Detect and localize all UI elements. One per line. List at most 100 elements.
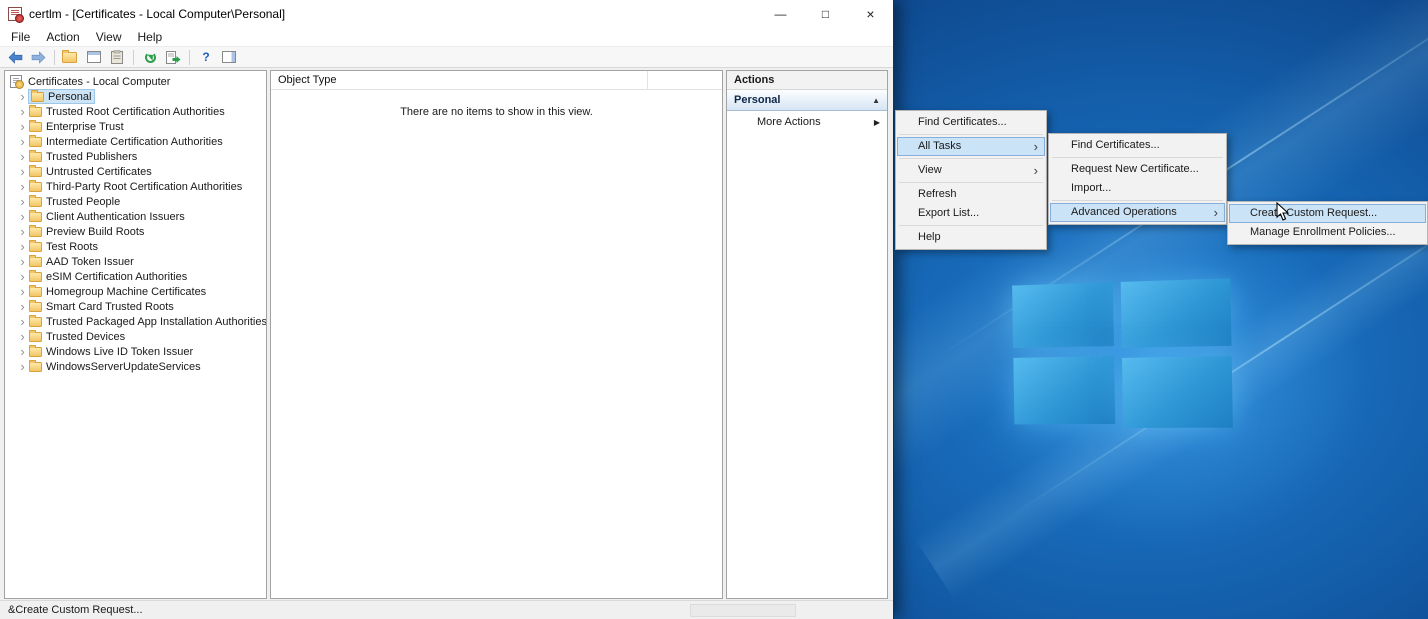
tree-item[interactable]: ›Enterprise Trust xyxy=(5,119,266,134)
menu-item-import[interactable]: Import... xyxy=(1050,179,1225,198)
tree-item[interactable]: ›Client Authentication Issuers xyxy=(5,209,266,224)
folder-icon xyxy=(29,107,42,117)
menu-item-view[interactable]: View› xyxy=(897,161,1045,180)
tree-item[interactable]: ›Trusted Publishers xyxy=(5,149,266,164)
export-list-button[interactable] xyxy=(162,47,184,67)
menu-action[interactable]: Action xyxy=(38,30,87,44)
chevron-right-icon[interactable]: › xyxy=(17,165,28,178)
menu-file[interactable]: File xyxy=(3,30,38,44)
chevron-right-icon[interactable]: › xyxy=(17,105,28,118)
back-arrow-icon xyxy=(9,51,22,62)
toolbar: ? xyxy=(0,46,893,68)
mouse-cursor xyxy=(1276,202,1289,224)
chevron-right-icon[interactable]: › xyxy=(17,135,28,148)
column-header-object-type[interactable]: Object Type xyxy=(271,71,648,89)
forward-button[interactable] xyxy=(27,47,49,67)
actions-section-personal[interactable]: Personal ▲ xyxy=(727,90,887,111)
list-header-row: Object Type xyxy=(271,71,722,90)
menu-help[interactable]: Help xyxy=(130,30,171,44)
chevron-right-icon[interactable]: › xyxy=(17,315,28,328)
folder-icon xyxy=(29,152,42,162)
back-button[interactable] xyxy=(4,47,26,67)
chevron-right-icon[interactable]: › xyxy=(17,300,28,313)
tree-item[interactable]: ›Third-Party Root Certification Authorit… xyxy=(5,179,266,194)
chevron-right-icon[interactable]: › xyxy=(17,345,28,358)
tree-item[interactable]: ›Preview Build Roots xyxy=(5,224,266,239)
chevron-right-icon[interactable]: › xyxy=(17,330,28,343)
tree-item-personal[interactable]: › Personal xyxy=(5,89,266,104)
submenu-arrow-icon: › xyxy=(1034,137,1038,156)
refresh-button[interactable] xyxy=(139,47,161,67)
more-actions-button[interactable]: More Actions ▶ xyxy=(727,111,887,133)
menu-item-request-new-certificate[interactable]: Request New Certificate... xyxy=(1050,160,1225,179)
show-hide-action-pane-button[interactable] xyxy=(218,47,240,67)
folder-icon xyxy=(31,92,44,102)
folder-icon xyxy=(29,242,42,252)
menu-item-find-certificates[interactable]: Find Certificates... xyxy=(897,113,1045,132)
toolbar-separator xyxy=(133,50,134,65)
tree-item[interactable]: ›Trusted Devices xyxy=(5,329,266,344)
chevron-right-icon[interactable]: › xyxy=(17,210,28,223)
tree-item[interactable]: ›Smart Card Trusted Roots xyxy=(5,299,266,314)
menu-item-refresh[interactable]: Refresh xyxy=(897,185,1045,204)
folder-icon xyxy=(29,197,42,207)
menu-item-advanced-operations[interactable]: Advanced Operations› xyxy=(1050,203,1225,222)
certificates-root-icon xyxy=(10,75,22,88)
tree-item[interactable]: ›WindowsServerUpdateServices xyxy=(5,359,266,374)
folder-icon xyxy=(29,182,42,192)
title-bar[interactable]: certlm - [Certificates - Local Computer\… xyxy=(0,0,893,27)
chevron-right-icon[interactable]: › xyxy=(17,150,28,163)
menu-separator xyxy=(1052,157,1223,158)
tree-item[interactable]: ›Trusted People xyxy=(5,194,266,209)
chevron-right-icon[interactable]: › xyxy=(17,90,28,103)
chevron-right-icon[interactable]: › xyxy=(17,285,28,298)
maximize-button[interactable]: □ xyxy=(803,0,848,27)
tree-item[interactable]: ›eSIM Certification Authorities xyxy=(5,269,266,284)
chevron-right-icon[interactable]: › xyxy=(17,255,28,268)
menu-view[interactable]: View xyxy=(88,30,130,44)
folder-icon xyxy=(29,332,42,342)
status-bar: &Create Custom Request... xyxy=(0,600,893,619)
menu-item-help[interactable]: Help xyxy=(897,228,1045,247)
minimize-button[interactable]: — xyxy=(758,0,803,27)
window-title: certlm - [Certificates - Local Computer\… xyxy=(29,7,285,21)
folder-icon xyxy=(29,137,42,147)
export-list-icon xyxy=(166,51,181,64)
tree-item[interactable]: ›Trusted Root Certification Authorities xyxy=(5,104,266,119)
help-button[interactable]: ? xyxy=(195,47,217,67)
tree-item[interactable]: ›Trusted Packaged App Installation Autho… xyxy=(5,314,266,329)
tree-item[interactable]: ›Untrusted Certificates xyxy=(5,164,266,179)
tree-item-root[interactable]: Certificates - Local Computer xyxy=(5,74,266,89)
paste-button[interactable] xyxy=(106,47,128,67)
close-button[interactable]: × xyxy=(848,0,893,27)
action-pane-icon xyxy=(222,51,236,63)
chevron-right-icon[interactable]: › xyxy=(17,270,28,283)
menu-item-export-list[interactable]: Export List... xyxy=(897,204,1045,223)
folder-icon xyxy=(29,257,42,267)
folder-icon xyxy=(29,122,42,132)
chevron-right-icon[interactable]: › xyxy=(17,180,28,193)
folder-icon xyxy=(29,317,42,327)
chevron-right-icon[interactable]: › xyxy=(17,195,28,208)
menu-item-all-tasks[interactable]: All Tasks› xyxy=(897,137,1045,156)
tree-item[interactable]: ›Intermediate Certification Authorities xyxy=(5,134,266,149)
tree-item[interactable]: ›Homegroup Machine Certificates xyxy=(5,284,266,299)
status-bar-pane xyxy=(690,604,796,617)
menu-item-find-certificates[interactable]: Find Certificates... xyxy=(1050,136,1225,155)
folder-icon xyxy=(29,362,42,372)
menu-item-create-custom-request[interactable]: Create Custom Request... xyxy=(1229,204,1426,223)
tree-item[interactable]: ›Test Roots xyxy=(5,239,266,254)
menu-item-manage-enrollment-policies[interactable]: Manage Enrollment Policies... xyxy=(1229,223,1426,242)
chevron-right-icon[interactable]: › xyxy=(17,240,28,253)
tree-item[interactable]: ›Windows Live ID Token Issuer xyxy=(5,344,266,359)
chevron-right-icon[interactable]: › xyxy=(17,225,28,238)
properties-button[interactable] xyxy=(83,47,105,67)
collapse-icon[interactable]: ▲ xyxy=(872,96,880,105)
list-view-panel: Object Type There are no items to show i… xyxy=(270,70,723,599)
chevron-right-icon[interactable]: › xyxy=(17,360,28,373)
context-menu-more-actions: Find Certificates... All Tasks› View› Re… xyxy=(895,110,1047,250)
chevron-right-icon[interactable]: › xyxy=(17,120,28,133)
show-hide-console-tree-button[interactable] xyxy=(60,47,82,67)
tree-item[interactable]: ›AAD Token Issuer xyxy=(5,254,266,269)
refresh-icon xyxy=(145,52,156,63)
